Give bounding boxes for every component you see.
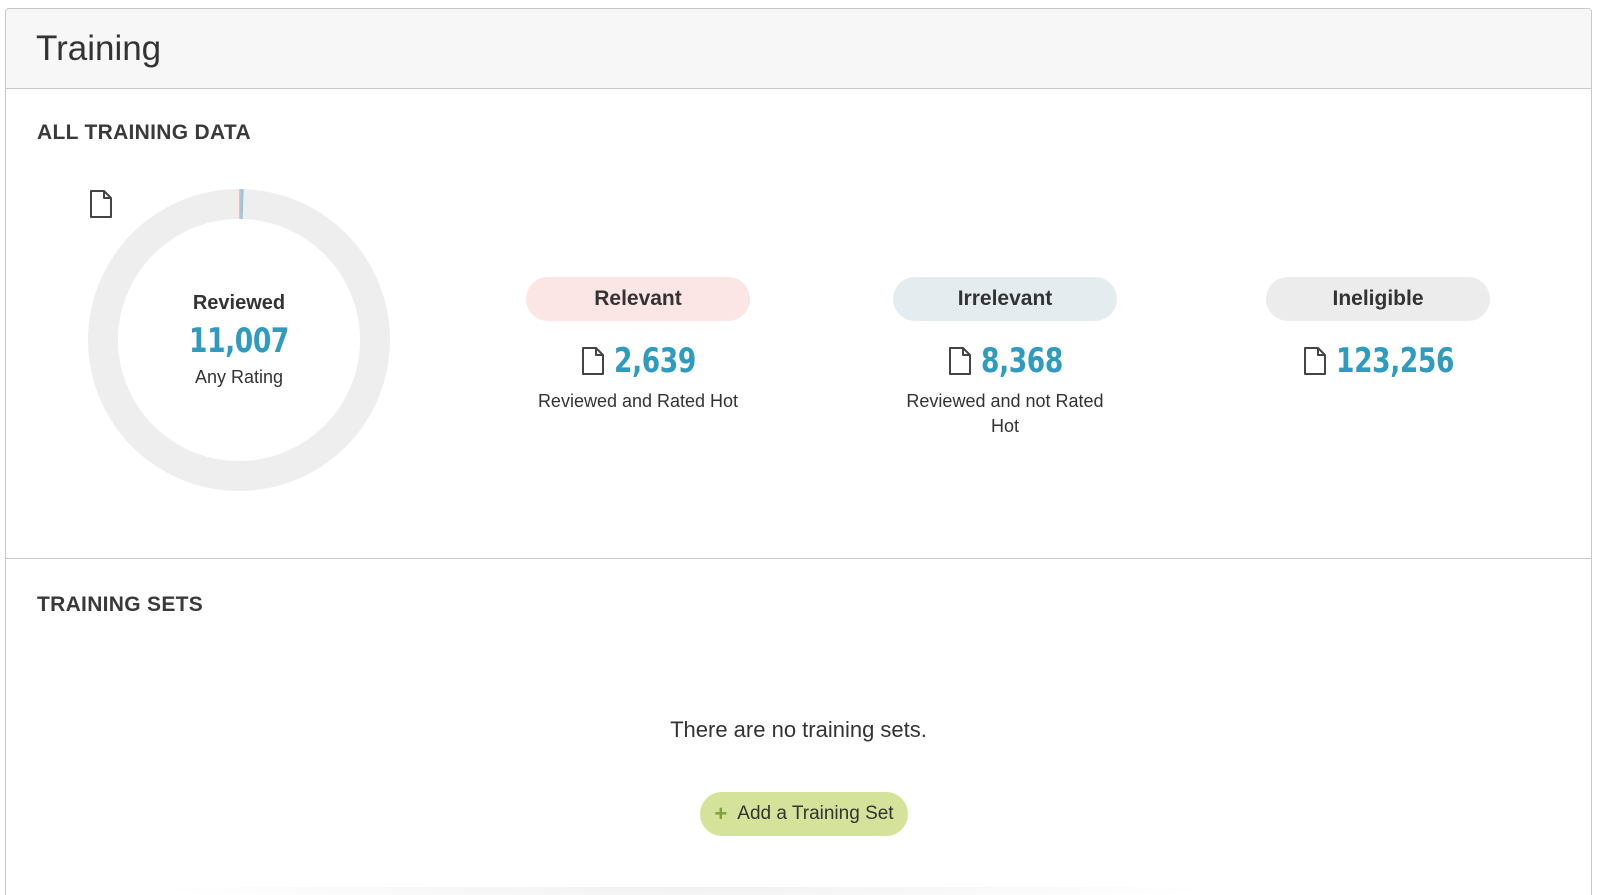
ineligible-badge: Ineligible <box>1266 277 1490 321</box>
document-icon <box>949 347 972 375</box>
irrelevant-count: 8,368 <box>981 341 1063 381</box>
reviewed-donut-chart: Reviewed 11,007 Any Rating <box>88 189 390 491</box>
irrelevant-badge: Irrelevant <box>893 277 1117 321</box>
relevant-count: 2,639 <box>614 341 696 381</box>
add-training-set-button[interactable]: + Add a Training Set <box>700 792 908 836</box>
training-panel: Training ALL TRAINING DATA Reviewed 11,0… <box>5 8 1592 895</box>
document-icon <box>1303 347 1326 375</box>
relevant-count-row: 2,639 <box>580 341 696 381</box>
relevant-sublabel: Reviewed and Rated Hot <box>537 391 739 411</box>
reviewed-sublabel: Any Rating <box>194 367 284 387</box>
document-icon <box>90 190 112 218</box>
ineligible-count-row: 123,256 <box>1302 341 1454 381</box>
stat-ineligible: Ineligible 123,256 <box>1263 277 1493 381</box>
reviewed-count: 11,007 <box>189 321 289 361</box>
page-title: Training <box>36 28 162 68</box>
plus-icon: + <box>714 801 728 826</box>
relevant-badge: Relevant <box>526 277 750 321</box>
reviewed-count-row: 11,007 <box>90 190 289 361</box>
donut-center: Reviewed 11,007 Any Rating <box>88 189 390 491</box>
bottom-shadow <box>146 887 1226 895</box>
panel-header: Training <box>6 9 1591 89</box>
training-sets-title: TRAINING SETS <box>37 593 204 616</box>
stat-irrelevant: Irrelevant 8,368 Reviewed and not Rated … <box>890 277 1120 439</box>
irrelevant-count-row: 8,368 <box>947 341 1063 381</box>
stat-relevant: Relevant 2,639 Reviewed and Rated Hot <box>523 277 753 414</box>
document-icon <box>582 347 605 375</box>
add-training-set-label: Add a Training Set <box>737 803 894 824</box>
all-training-data-title: ALL TRAINING DATA <box>37 121 251 144</box>
reviewed-label: Reviewed <box>192 292 286 314</box>
empty-state-message: There are no training sets. <box>670 717 927 742</box>
ineligible-count: 123,256 <box>1335 341 1455 381</box>
irrelevant-sublabel: Reviewed and not Rated Hot <box>906 391 1104 436</box>
section-divider <box>6 558 1591 559</box>
